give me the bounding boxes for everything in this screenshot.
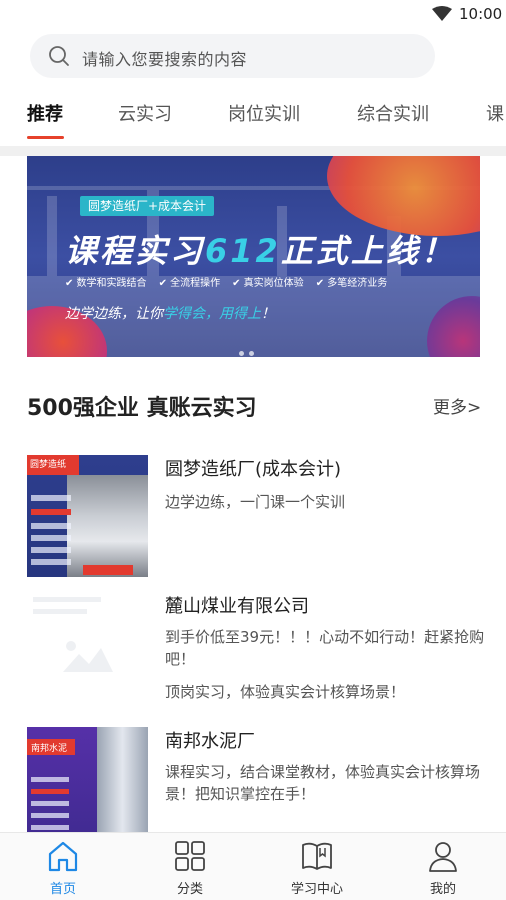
- promo-banner[interactable]: 圆梦造纸厂+成本会计 课程实习612正式上线！ ✔ 数学和实践结合 ✔ 全流程操作…: [27, 156, 480, 357]
- banner-slogan: 边学边练，让你学得会，用得上！: [65, 306, 275, 322]
- clock: 10:00: [459, 5, 503, 23]
- active-tab-indicator: [27, 136, 64, 139]
- placeholder-image-icon: [27, 592, 148, 714]
- book-icon: [302, 842, 332, 870]
- user-icon: [429, 842, 457, 872]
- banner-headline: 课程实习612正式上线！: [65, 232, 456, 270]
- tab-job-training[interactable]: 岗位实训: [228, 100, 300, 126]
- category-tabs: 推荐 云实习 岗位实训 综合实训 课: [0, 96, 506, 142]
- carousel-dots: [239, 341, 259, 357]
- home-icon: [48, 841, 78, 872]
- banner-tag: 圆梦造纸厂+成本会计: [80, 196, 215, 216]
- section-divider: [0, 146, 506, 156]
- tab-cloud-internship[interactable]: 云实习: [118, 100, 172, 126]
- nav-learning-center[interactable]: 学习中心: [267, 833, 367, 900]
- course-item[interactable]: 圆梦造纸 圆梦造纸厂(成本会计) 边学边练，一门课一个实训: [27, 455, 482, 577]
- bottom-navigation: 首页 分类 学习中心 我的: [0, 832, 506, 900]
- grid-icon: [175, 841, 205, 871]
- course-thumbnail: 圆梦造纸: [27, 455, 148, 577]
- nav-profile[interactable]: 我的: [393, 833, 493, 900]
- tab-recommend[interactable]: 推荐: [27, 100, 63, 126]
- search-input[interactable]: 请输入您要搜索的内容: [82, 46, 247, 70]
- nav-home[interactable]: 首页: [13, 833, 113, 900]
- course-title: 麓山煤业有限公司: [165, 596, 309, 617]
- course-title: 圆梦造纸厂(成本会计): [165, 459, 342, 480]
- course-description: 边学边练，一门课一个实训: [165, 493, 346, 511]
- section-title: 500强企业 真账云实习: [27, 396, 257, 421]
- course-description: 到手价低至39元！！！心动不如行动！赶紧抢购吧！: [165, 628, 485, 668]
- course-description: 课程实习，结合课堂教材，体验真实会计核算场景！把知识掌控在手！: [165, 763, 481, 803]
- banner-features: ✔ 数学和实践结合 ✔ 全流程操作 ✔ 真实岗位体验 ✔ 多笔经济业务: [65, 278, 388, 289]
- search-icon: [49, 46, 69, 66]
- course-item[interactable]: 南邦水泥 南邦水泥厂 课程实习，结合课堂教材，体验真实会计核算场景！把知识掌控在…: [27, 727, 482, 849]
- course-description: 顶岗实习，体验真实会计核算场景！: [165, 683, 406, 701]
- course-thumbnail: 南邦水泥: [27, 727, 148, 849]
- tab-comprehensive-training[interactable]: 综合实训: [357, 100, 429, 126]
- more-link[interactable]: 更多>: [433, 393, 481, 418]
- course-item[interactable]: 麓山煤业有限公司 到手价低至39元！！！心动不如行动！赶紧抢购吧！ 顶岗实习，体…: [27, 592, 485, 714]
- tab-course[interactable]: 课: [486, 100, 504, 126]
- nav-category[interactable]: 分类: [140, 833, 240, 900]
- course-title: 南邦水泥厂: [165, 731, 255, 752]
- wifi-icon: [432, 6, 452, 21]
- status-bar: 10:00: [0, 0, 506, 28]
- search-bar[interactable]: 请输入您要搜索的内容: [30, 34, 435, 78]
